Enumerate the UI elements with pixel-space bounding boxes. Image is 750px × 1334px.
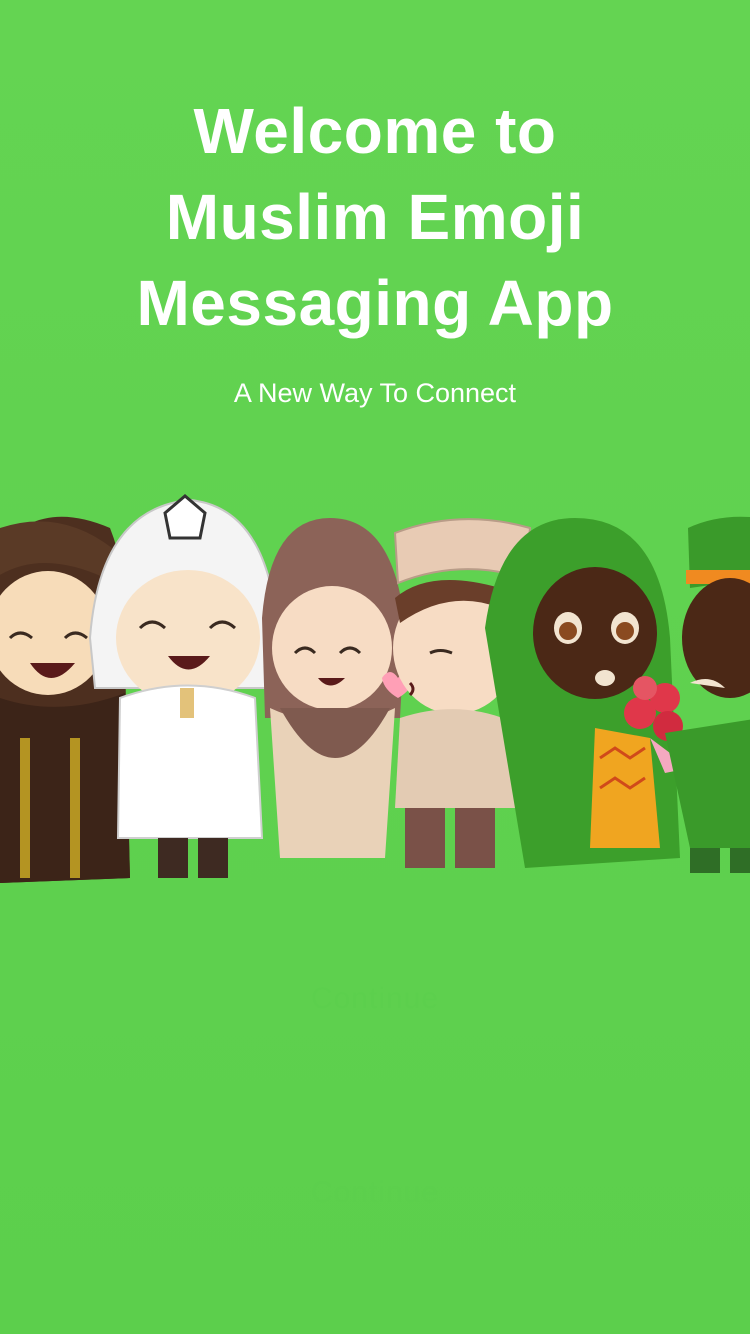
welcome-title: Welcome to Muslim Emoji Messaging App	[0, 88, 750, 346]
continue-button[interactable]: Continue	[0, 1176, 750, 1210]
character-2-icon	[88, 494, 280, 878]
title-line: Muslim Emoji	[165, 181, 585, 253]
emoji-characters-illustration	[0, 494, 750, 883]
character-3-icon	[262, 518, 414, 858]
title-line: Messaging App	[136, 267, 614, 339]
welcome-screen: Welcome to Muslim Emoji Messaging App A …	[0, 0, 750, 1334]
title-line: Welcome to	[193, 95, 557, 167]
welcome-subtitle: A New Way To Connect	[233, 378, 517, 408]
continue-button[interactable]: Continue	[0, 982, 750, 1016]
